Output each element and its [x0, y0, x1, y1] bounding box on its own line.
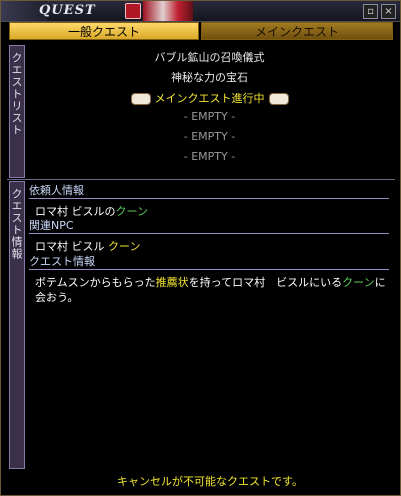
quest-info-header: クエスト情報: [29, 255, 389, 270]
requester-header: 依頼人情報: [29, 184, 389, 199]
quest-gem-icon: [125, 3, 141, 19]
quest-tabs: 一般クエスト メインクエスト: [9, 22, 393, 42]
requester-value: ロマ村 ビスルのクーン: [35, 203, 389, 219]
quest-info-side-text: クエスト情報: [10, 188, 23, 260]
close-button[interactable]: ×: [381, 4, 396, 19]
requester-npc-name: クーン: [115, 205, 148, 218]
empty-slot[interactable]: - EMPTY -: [27, 130, 392, 143]
empty-slot[interactable]: - EMPTY -: [27, 110, 392, 123]
tab-main-quest[interactable]: メインクエスト: [201, 22, 393, 40]
quest-window: QUEST ▫ × 一般クエスト メインクエスト クエストリスト バブル鉱山の召…: [0, 0, 401, 496]
description-item: 推薦状: [155, 276, 189, 289]
description-text-2: を持ってロマ村 ビスルにいる: [188, 276, 343, 289]
related-npc-value: ロマ村 ビスル クーン: [35, 238, 389, 254]
quest-list-panel: バブル鉱山の召喚儀式 神秘な力の宝石 メインクエスト進行中 - EMPTY - …: [27, 45, 392, 178]
related-npc-header: 関連NPC: [29, 219, 389, 234]
title-bar[interactable]: QUEST ▫ ×: [1, 1, 400, 22]
title-ornament-right: [143, 1, 193, 21]
quest-info-side-label: クエスト情報: [9, 181, 25, 469]
quest-list-item-subtitle[interactable]: 神秘な力の宝石: [27, 69, 392, 85]
main-quest-in-progress-label: メインクエスト進行中: [154, 92, 265, 105]
related-npc-name: クーン: [108, 240, 141, 253]
main-quest-in-progress[interactable]: メインクエスト進行中: [27, 90, 392, 106]
cancel-notice: キャンセルが不可能なクエストです。: [117, 475, 303, 488]
requester-location: ロマ村 ビスルの: [35, 205, 116, 218]
window-title: QUEST: [39, 3, 96, 18]
quest-list-item[interactable]: バブル鉱山の召喚儀式: [27, 49, 392, 65]
quest-list-side-label: クエストリスト: [9, 45, 25, 178]
related-npc-location: ロマ村 ビスル: [35, 240, 108, 253]
description-text-1: ボテムスンからもらった: [35, 276, 156, 289]
panel-divider: [7, 179, 395, 180]
tab-general-quest[interactable]: 一般クエスト: [9, 22, 199, 40]
minimize-button[interactable]: ▫: [363, 4, 378, 19]
quest-description: ボテムスンからもらった推薦状を持ってロマ村 ビスルにいるクーンに会おう。: [35, 275, 387, 305]
empty-slot[interactable]: - EMPTY -: [27, 150, 392, 163]
quest-info-panel: 依頼人情報 ロマ村 ビスルのクーン 関連NPC ロマ村 ビスル クーン クエスト…: [27, 181, 393, 491]
pointing-hand-right-icon: [268, 93, 289, 105]
quest-list-side-text: クエストリスト: [10, 52, 23, 136]
pointing-hand-left-icon: [130, 93, 151, 105]
description-npc: クーン: [342, 276, 375, 289]
